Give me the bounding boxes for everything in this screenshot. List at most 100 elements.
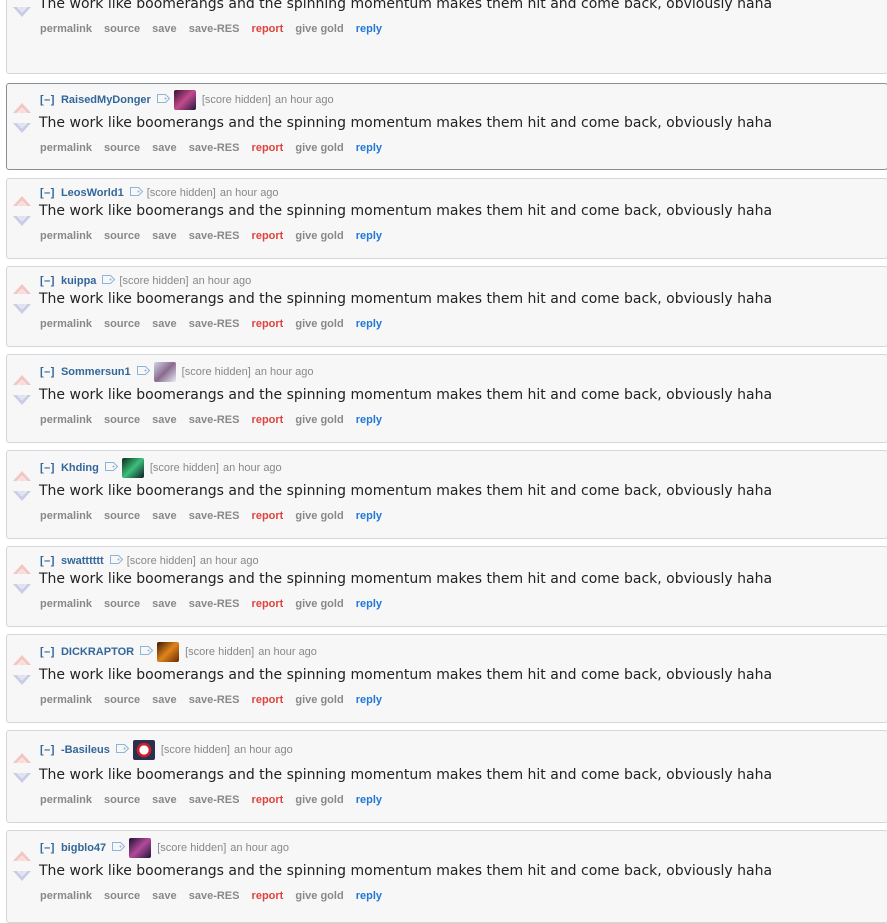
- save-link[interactable]: save: [152, 142, 176, 154]
- collapse-toggle[interactable]: [–]: [40, 646, 55, 658]
- user-tag-icon[interactable]: [109, 555, 123, 567]
- downvote-arrow-icon[interactable]: [12, 213, 32, 227]
- downvote-arrow-icon[interactable]: [12, 392, 32, 406]
- source-link[interactable]: source: [104, 230, 140, 242]
- report-link[interactable]: report: [252, 510, 284, 522]
- report-link[interactable]: report: [252, 230, 284, 242]
- source-link[interactable]: source: [104, 598, 140, 610]
- user-tag-icon[interactable]: [112, 842, 126, 854]
- report-link[interactable]: report: [252, 318, 284, 330]
- author-link[interactable]: RaisedMyDonger: [61, 94, 151, 106]
- downvote-arrow-icon[interactable]: [12, 301, 32, 315]
- upvote-arrow-icon[interactable]: [12, 195, 32, 209]
- save-res-link[interactable]: save-RES: [189, 318, 240, 330]
- collapse-toggle[interactable]: [–]: [40, 462, 55, 474]
- downvote-arrow-icon[interactable]: [12, 488, 32, 502]
- downvote-arrow-icon[interactable]: [12, 4, 32, 18]
- save-link[interactable]: save: [152, 318, 176, 330]
- give-gold-link[interactable]: give gold: [295, 318, 343, 330]
- give-gold-link[interactable]: give gold: [295, 694, 343, 706]
- save-link[interactable]: save: [152, 598, 176, 610]
- author-link[interactable]: bigblo47: [61, 842, 106, 854]
- source-link[interactable]: source: [104, 510, 140, 522]
- report-link[interactable]: report: [252, 414, 284, 426]
- permalink-link[interactable]: permalink: [40, 694, 92, 706]
- source-link[interactable]: source: [104, 794, 140, 806]
- permalink-link[interactable]: permalink: [40, 510, 92, 522]
- user-tag-icon[interactable]: [102, 275, 116, 287]
- reply-link[interactable]: reply: [356, 694, 382, 706]
- save-res-link[interactable]: save-RES: [189, 414, 240, 426]
- reply-link[interactable]: reply: [356, 794, 382, 806]
- reply-link[interactable]: reply: [356, 230, 382, 242]
- reply-link[interactable]: reply: [356, 510, 382, 522]
- save-link[interactable]: save: [152, 694, 176, 706]
- author-link[interactable]: DICKRAPTOR: [61, 646, 134, 658]
- permalink-link[interactable]: permalink: [40, 598, 92, 610]
- report-link[interactable]: report: [252, 890, 284, 902]
- permalink-link[interactable]: permalink: [40, 230, 92, 242]
- collapse-toggle[interactable]: [–]: [40, 555, 55, 567]
- permalink-link[interactable]: permalink: [40, 890, 92, 902]
- reply-link[interactable]: reply: [356, 598, 382, 610]
- downvote-arrow-icon[interactable]: [12, 581, 32, 595]
- give-gold-link[interactable]: give gold: [295, 890, 343, 902]
- save-link[interactable]: save: [152, 414, 176, 426]
- give-gold-link[interactable]: give gold: [295, 230, 343, 242]
- reply-link[interactable]: reply: [356, 890, 382, 902]
- report-link[interactable]: report: [252, 794, 284, 806]
- downvote-arrow-icon[interactable]: [12, 672, 32, 686]
- collapse-toggle[interactable]: [–]: [40, 842, 55, 854]
- save-res-link[interactable]: save-RES: [189, 694, 240, 706]
- save-link[interactable]: save: [152, 230, 176, 242]
- give-gold-link[interactable]: give gold: [295, 794, 343, 806]
- save-res-link[interactable]: save-RES: [189, 794, 240, 806]
- reply-link[interactable]: reply: [356, 318, 382, 330]
- reply-link[interactable]: reply: [356, 142, 382, 154]
- save-res-link[interactable]: save-RES: [189, 890, 240, 902]
- user-tag-icon[interactable]: [156, 94, 171, 106]
- save-res-link[interactable]: save-RES: [189, 23, 240, 35]
- downvote-arrow-icon[interactable]: [12, 868, 32, 882]
- author-link[interactable]: Sommersun1: [61, 366, 131, 378]
- downvote-arrow-icon[interactable]: [12, 120, 32, 134]
- source-link[interactable]: source: [104, 142, 140, 154]
- collapse-toggle[interactable]: [–]: [40, 275, 55, 287]
- save-link[interactable]: save: [152, 23, 176, 35]
- permalink-link[interactable]: permalink: [40, 318, 92, 330]
- report-link[interactable]: report: [252, 598, 284, 610]
- save-link[interactable]: save: [152, 890, 176, 902]
- give-gold-link[interactable]: give gold: [295, 23, 343, 35]
- upvote-arrow-icon[interactable]: [12, 850, 32, 864]
- upvote-arrow-icon[interactable]: [12, 470, 32, 484]
- reply-link[interactable]: reply: [356, 23, 382, 35]
- collapse-toggle[interactable]: [–]: [40, 187, 55, 199]
- user-tag-icon[interactable]: [129, 187, 143, 199]
- collapse-toggle[interactable]: [–]: [40, 94, 55, 106]
- report-link[interactable]: report: [252, 694, 284, 706]
- report-link[interactable]: report: [252, 142, 284, 154]
- save-res-link[interactable]: save-RES: [189, 598, 240, 610]
- source-link[interactable]: source: [104, 318, 140, 330]
- upvote-arrow-icon[interactable]: [12, 374, 32, 388]
- user-tag-icon[interactable]: [115, 744, 130, 756]
- save-link[interactable]: save: [152, 510, 176, 522]
- author-link[interactable]: LeosWorld1: [61, 187, 124, 199]
- author-link[interactable]: Khding: [61, 462, 99, 474]
- permalink-link[interactable]: permalink: [40, 23, 92, 35]
- report-link[interactable]: report: [252, 23, 284, 35]
- upvote-arrow-icon[interactable]: [12, 654, 32, 668]
- author-link[interactable]: kuippa: [61, 275, 96, 287]
- source-link[interactable]: source: [104, 890, 140, 902]
- upvote-arrow-icon[interactable]: [12, 283, 32, 297]
- save-link[interactable]: save: [152, 794, 176, 806]
- user-tag-icon[interactable]: [104, 462, 119, 474]
- upvote-arrow-icon[interactable]: [12, 563, 32, 577]
- user-tag-icon[interactable]: [136, 366, 150, 378]
- user-tag-icon[interactable]: [140, 646, 154, 658]
- author-link[interactable]: swatttttt: [61, 555, 104, 567]
- give-gold-link[interactable]: give gold: [295, 414, 343, 426]
- collapse-toggle[interactable]: [–]: [40, 744, 55, 756]
- save-res-link[interactable]: save-RES: [189, 510, 240, 522]
- permalink-link[interactable]: permalink: [40, 142, 92, 154]
